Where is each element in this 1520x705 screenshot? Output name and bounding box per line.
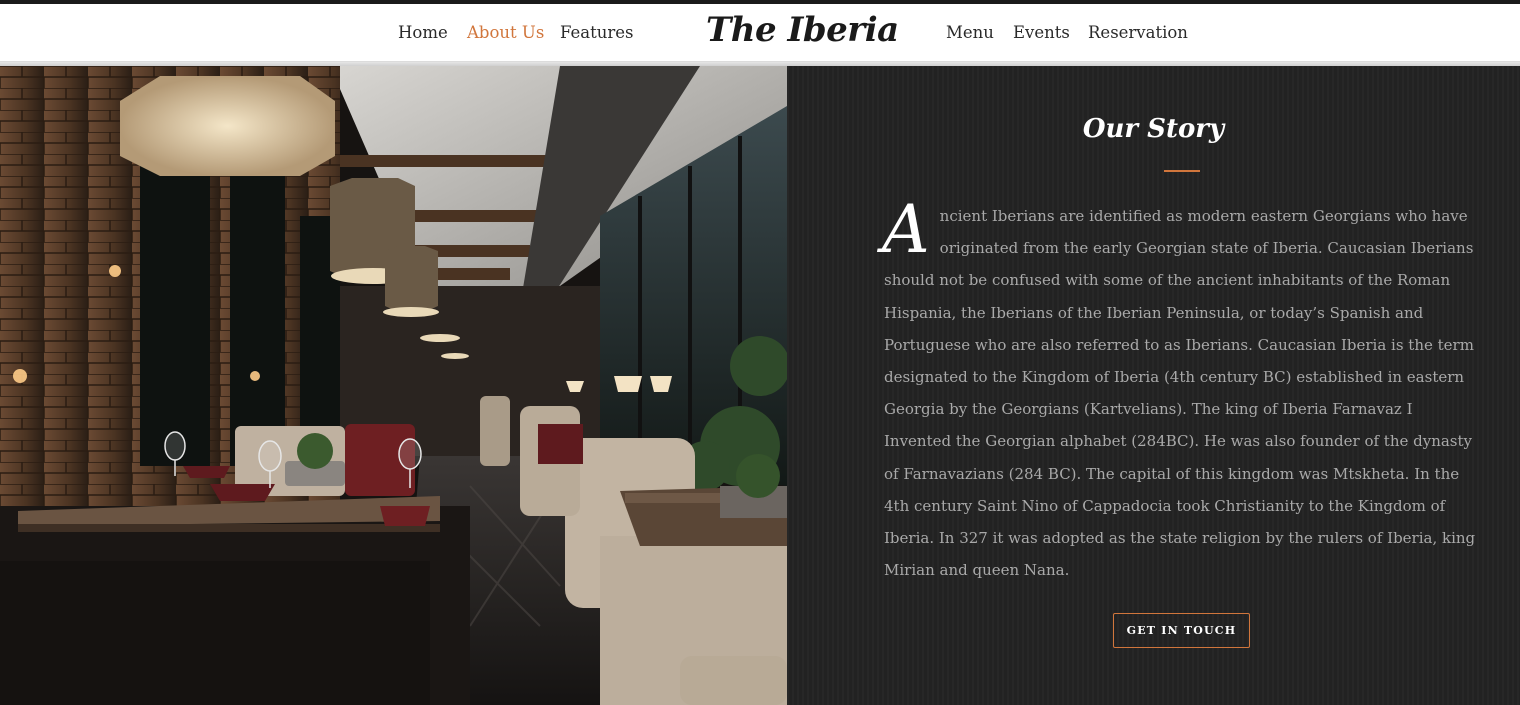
- nav-events-link[interactable]: Events: [1013, 23, 1070, 42]
- nav-home-link[interactable]: Home: [398, 23, 448, 42]
- nav-features-link[interactable]: Features: [560, 23, 634, 42]
- story-drop-cap: A: [882, 191, 930, 268]
- nav-about-us-link[interactable]: About Us: [467, 23, 544, 42]
- navbar: Home About Us Features The Iberia Menu E…: [0, 4, 1520, 62]
- restaurant-interior-photo: [0, 66, 787, 705]
- story-title: Our Story: [1082, 114, 1225, 144]
- story-divider: [1164, 170, 1200, 172]
- site-logo[interactable]: The Iberia: [706, 10, 899, 50]
- restaurant-interior-illustration: [0, 66, 787, 705]
- nav-menu-link[interactable]: Menu: [946, 23, 994, 42]
- get-in-touch-button[interactable]: GET IN TOUCH: [1113, 613, 1250, 648]
- our-story-section: Our Story Ancient Iberians are identifie…: [787, 66, 1520, 705]
- story-text: ncient Iberians are identified as modern…: [884, 207, 1476, 580]
- story-body: Ancient Iberians are identified as moder…: [882, 191, 1484, 586]
- nav-reservation-link[interactable]: Reservation: [1088, 23, 1188, 42]
